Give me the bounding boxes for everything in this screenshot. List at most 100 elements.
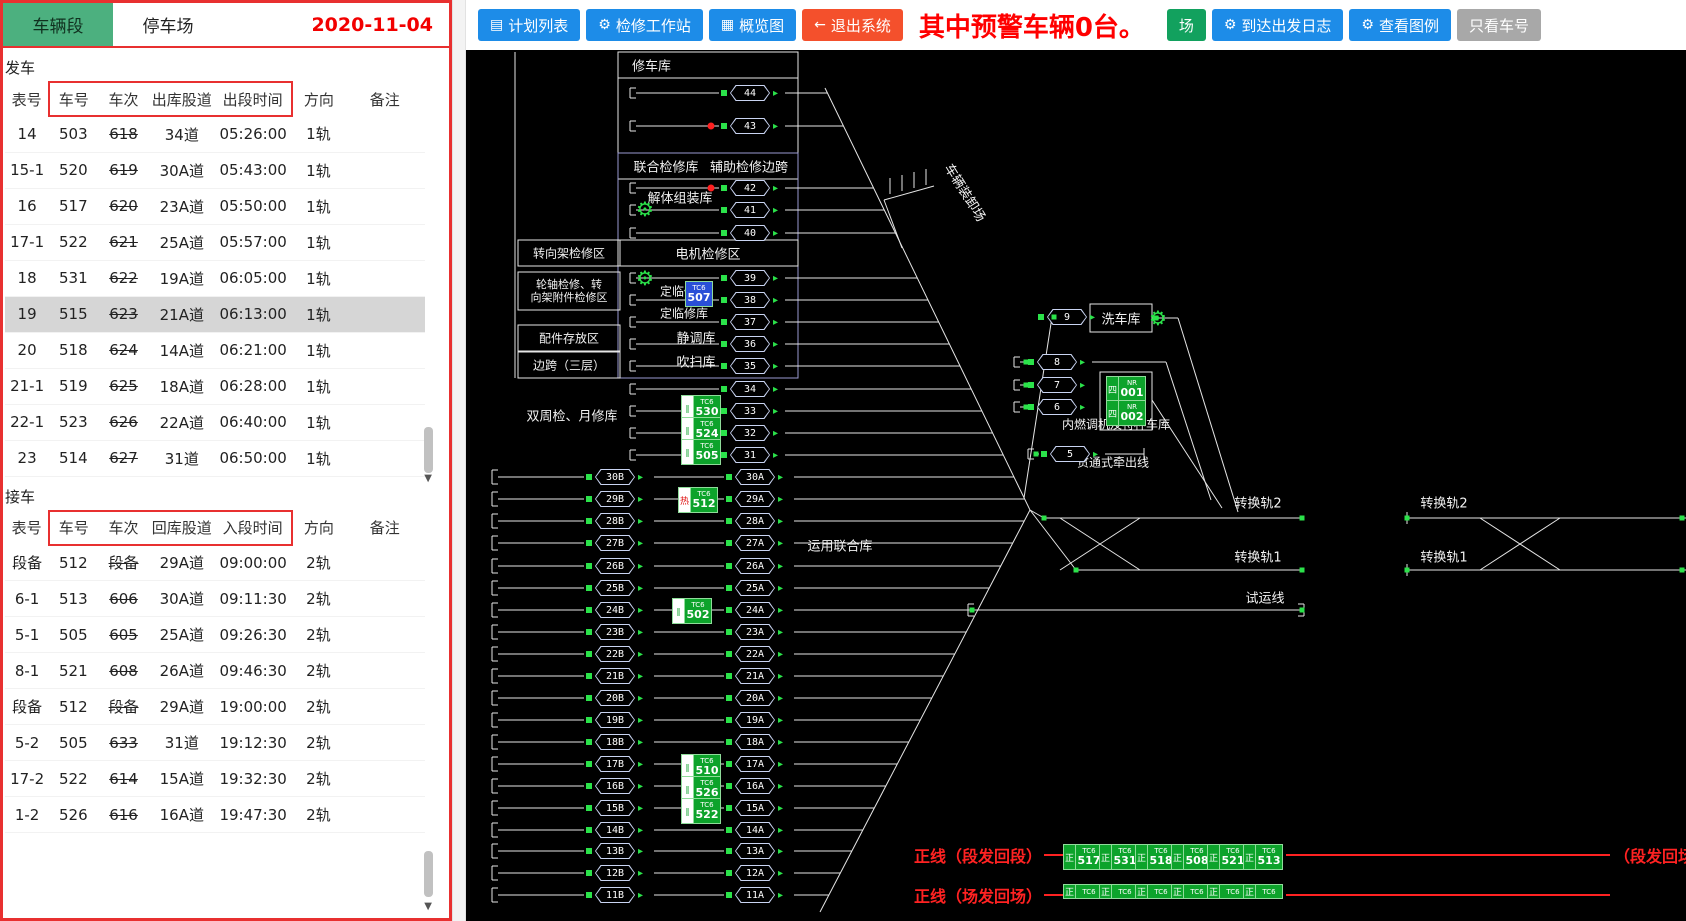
track-badge-34[interactable]: 34▸ xyxy=(721,381,778,397)
track-badge-11A[interactable]: 11A▸ xyxy=(726,887,783,903)
train-badge-002[interactable]: 四NR002 xyxy=(1106,400,1146,426)
track-badge-23A[interactable]: 23A▸ xyxy=(726,624,783,640)
train-badge-cutoff[interactable]: 正TC6 xyxy=(1135,884,1175,899)
track-badge-12B[interactable]: 12B▸ xyxy=(586,865,643,881)
track-badge-29A[interactable]: 29A▸ xyxy=(726,491,783,507)
schedule-row[interactable]: 1651762023A道05:50:001轨 xyxy=(5,188,425,224)
track-badge-24B[interactable]: 24B▸ xyxy=(586,602,643,618)
track-badge-38[interactable]: 38▸ xyxy=(721,292,778,308)
track-badge-43[interactable]: 43▸ xyxy=(721,118,778,134)
track-badge-5[interactable]: 5▸ xyxy=(1041,446,1098,462)
plan-list-button[interactable]: ▤计划列表 xyxy=(478,9,580,41)
train-badge-512[interactable]: 热TC6512 xyxy=(678,487,718,513)
train-badge-cutoff[interactable]: 正TC6 xyxy=(1099,884,1139,899)
track-badge-12A[interactable]: 12A▸ xyxy=(726,865,783,881)
track-badge-9[interactable]: 9▸ xyxy=(1038,309,1095,325)
overview-button[interactable]: ▦概览图 xyxy=(709,9,796,41)
tab-depot[interactable]: 车辆段 xyxy=(3,3,113,46)
track-badge-19B[interactable]: 19B▸ xyxy=(586,712,643,728)
train-badge-508[interactable]: 正TC6508 xyxy=(1171,844,1211,870)
track-badge-37[interactable]: 37▸ xyxy=(721,314,778,330)
track-badge-21A[interactable]: 21A▸ xyxy=(726,668,783,684)
track-badge-33[interactable]: 33▸ xyxy=(721,403,778,419)
track-badge-23B[interactable]: 23B▸ xyxy=(586,624,643,640)
train-badge-cutoff[interactable]: 正TC6 xyxy=(1207,884,1247,899)
track-badge-35[interactable]: 35▸ xyxy=(721,358,778,374)
train-badge-cutoff[interactable]: 正TC6 xyxy=(1243,884,1283,899)
track-badge-25A[interactable]: 25A▸ xyxy=(726,580,783,596)
track-badge-18B[interactable]: 18B▸ xyxy=(586,734,643,750)
train-badge-001[interactable]: 四NR001 xyxy=(1106,376,1146,402)
train-badge-502[interactable]: ‖TC6502 xyxy=(672,598,712,624)
schedule-row[interactable]: 段备512段备29A道09:00:002轨 xyxy=(5,545,425,581)
track-badge-28A[interactable]: 28A▸ xyxy=(726,513,783,529)
track-badge-28B[interactable]: 28B▸ xyxy=(586,513,643,529)
page-scrollbar[interactable] xyxy=(452,0,466,921)
track-badge-39[interactable]: 39▸ xyxy=(721,270,778,286)
schedule-row[interactable]: 1951562321A道06:13:001轨 xyxy=(5,296,425,332)
schedule-row[interactable]: 17-152262125A道05:57:001轨 xyxy=(5,224,425,260)
track-badge-36[interactable]: 36▸ xyxy=(721,336,778,352)
train-badge-531[interactable]: 正TC6531 xyxy=(1099,844,1139,870)
track-badge-14A[interactable]: 14A▸ xyxy=(726,822,783,838)
track-badge-6[interactable]: 6▸ xyxy=(1028,399,1085,415)
logout-button[interactable]: ←退出系统 xyxy=(802,9,903,41)
track-badge-30A[interactable]: 30A▸ xyxy=(726,469,783,485)
track-badge-27A[interactable]: 27A▸ xyxy=(726,535,783,551)
train-badge-507[interactable]: TC6507 xyxy=(685,281,713,307)
depart-scroll-down-icon[interactable]: ▼ xyxy=(424,473,432,484)
track-badge-27B[interactable]: 27B▸ xyxy=(586,535,643,551)
train-badge-505[interactable]: ‖TC6505 xyxy=(681,439,721,465)
maintenance-station-button[interactable]: ⚙检修工作站 xyxy=(586,9,703,41)
yard-button[interactable]: 场 xyxy=(1167,9,1206,41)
track-badge-18A[interactable]: 18A▸ xyxy=(726,734,783,750)
train-badge-521[interactable]: 正TC6521 xyxy=(1207,844,1247,870)
track-badge-16B[interactable]: 16B▸ xyxy=(586,778,643,794)
track-badge-8[interactable]: 8▸ xyxy=(1028,354,1085,370)
gear-icon[interactable]: ⚙ xyxy=(636,266,654,290)
track-badge-15B[interactable]: 15B▸ xyxy=(586,800,643,816)
track-badge-14B[interactable]: 14B▸ xyxy=(586,822,643,838)
track-badge-7[interactable]: 7▸ xyxy=(1028,377,1085,393)
depart-scrollbar-thumb[interactable] xyxy=(424,427,433,473)
track-badge-26B[interactable]: 26B▸ xyxy=(586,558,643,574)
only-car-number-button[interactable]: 只看车号 xyxy=(1457,9,1541,41)
schedule-row[interactable]: 5-250563331道19:12:302轨 xyxy=(5,725,425,761)
gear-icon[interactable]: ⚙ xyxy=(636,197,654,221)
arrival-departure-log-button[interactable]: ⚙到达出发日志 xyxy=(1212,9,1344,41)
arrive-scroll-down-icon[interactable]: ▼ xyxy=(424,901,432,912)
track-badge-13B[interactable]: 13B▸ xyxy=(586,843,643,859)
track-badge-17B[interactable]: 17B▸ xyxy=(586,756,643,772)
schedule-row[interactable]: 5-150560525A道09:26:302轨 xyxy=(5,617,425,653)
track-badge-29B[interactable]: 29B▸ xyxy=(586,491,643,507)
track-badge-11B[interactable]: 11B▸ xyxy=(586,887,643,903)
train-badge-522[interactable]: ‖TC6522 xyxy=(681,798,721,824)
track-badge-19A[interactable]: 19A▸ xyxy=(726,712,783,728)
track-badge-22B[interactable]: 22B▸ xyxy=(586,646,643,662)
track-badge-13A[interactable]: 13A▸ xyxy=(726,843,783,859)
schedule-row[interactable]: 1450361834道05:26:001轨 xyxy=(5,116,425,152)
track-badge-41[interactable]: 41▸ xyxy=(721,202,778,218)
train-badge-518[interactable]: 正TC6518 xyxy=(1135,844,1175,870)
track-badge-24A[interactable]: 24A▸ xyxy=(726,602,783,618)
train-badge-517[interactable]: 正TC6517 xyxy=(1063,844,1103,870)
schedule-row[interactable]: 2051862414A道06:21:001轨 xyxy=(5,332,425,368)
track-badge-30B[interactable]: 30B▸ xyxy=(586,469,643,485)
tab-parking-lot[interactable]: 停车场 xyxy=(113,3,223,46)
track-badge-16A[interactable]: 16A▸ xyxy=(726,778,783,794)
track-badge-17A[interactable]: 17A▸ xyxy=(726,756,783,772)
schedule-row[interactable]: 8-152160826A道09:46:302轨 xyxy=(5,653,425,689)
schedule-row[interactable]: 1853162219A道06:05:001轨 xyxy=(5,260,425,296)
track-badge-22A[interactable]: 22A▸ xyxy=(726,646,783,662)
train-badge-513[interactable]: 正TC6513 xyxy=(1243,844,1283,870)
track-badge-40[interactable]: 40▸ xyxy=(721,225,778,241)
schedule-row[interactable]: 段备512段备29A道19:00:002轨 xyxy=(5,689,425,725)
track-badge-32[interactable]: 32▸ xyxy=(721,425,778,441)
track-badge-26A[interactable]: 26A▸ xyxy=(726,558,783,574)
arrive-scrollbar-thumb[interactable] xyxy=(424,851,433,897)
track-badge-20B[interactable]: 20B▸ xyxy=(586,690,643,706)
train-badge-cutoff[interactable]: 正TC6 xyxy=(1171,884,1211,899)
schedule-row[interactable]: 17-252261415A道19:32:302轨 xyxy=(5,761,425,797)
schedule-row[interactable]: 6-151360630A道09:11:302轨 xyxy=(5,581,425,617)
gear-icon[interactable]: ⚙ xyxy=(1149,306,1167,330)
